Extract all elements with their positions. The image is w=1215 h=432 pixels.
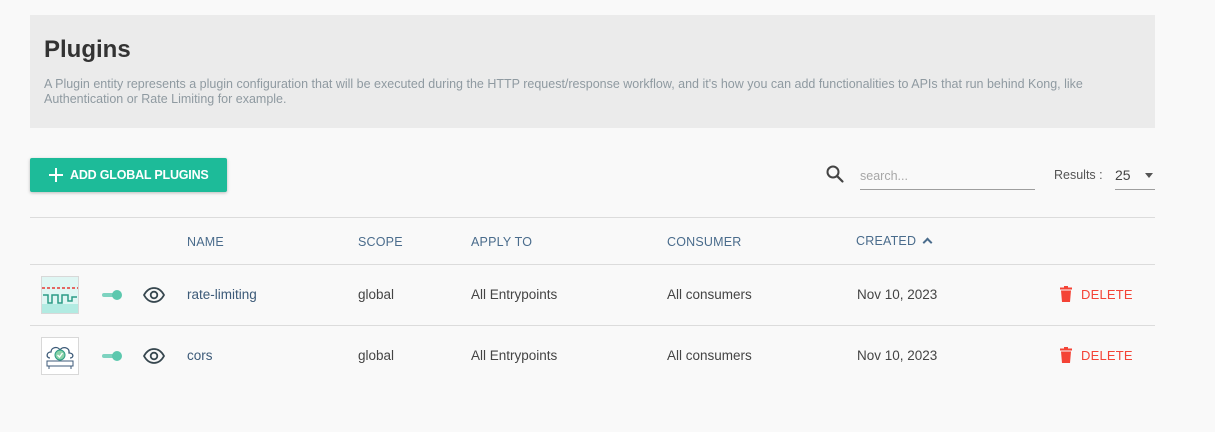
trash-icon xyxy=(1060,286,1072,302)
divider xyxy=(30,217,1155,218)
page-title: Plugins xyxy=(44,36,131,63)
plugin-name-link[interactable]: cors xyxy=(187,348,213,363)
plugin-name-link[interactable]: rate-limiting xyxy=(187,287,257,302)
sort-ascending-icon xyxy=(922,237,933,248)
results-per-page-value: 25 xyxy=(1115,167,1131,183)
results-per-page-select[interactable]: 25 xyxy=(1115,162,1155,190)
plugin-created: Nov 10, 2023 xyxy=(857,348,938,363)
plugin-scope: global xyxy=(358,348,395,363)
rate-limiting-icon xyxy=(41,276,79,314)
eye-icon[interactable] xyxy=(143,348,165,364)
search-icon[interactable] xyxy=(825,164,845,184)
plugin-apply-to: All Entrypoints xyxy=(471,287,558,302)
plugin-created: Nov 10, 2023 xyxy=(857,287,938,302)
results-label: Results : xyxy=(1054,168,1103,182)
cors-icon xyxy=(41,337,79,375)
trash-icon xyxy=(1060,347,1072,363)
page-description: A Plugin entity represents a plugin conf… xyxy=(44,77,1083,106)
column-header-created-label: CREATED xyxy=(856,234,917,248)
eye-icon[interactable] xyxy=(143,287,165,303)
column-header-created[interactable]: CREATED xyxy=(856,234,933,248)
table-row: cors global All Entrypoints All consumer… xyxy=(30,326,1155,386)
plugin-consumer: All consumers xyxy=(667,287,752,302)
add-global-plugins-label: ADD GLOBAL PLUGINS xyxy=(70,168,209,182)
caret-down-icon xyxy=(1145,173,1153,178)
column-header-apply-to[interactable]: APPLY TO xyxy=(471,235,532,249)
delete-label: DELETE xyxy=(1081,347,1133,363)
plugin-scope: global xyxy=(358,287,395,302)
delete-button[interactable]: DELETE xyxy=(1060,286,1133,302)
column-header-name[interactable]: NAME xyxy=(187,235,224,249)
search-input[interactable] xyxy=(860,162,1035,190)
plugin-consumer: All consumers xyxy=(667,348,752,363)
delete-label: DELETE xyxy=(1081,286,1133,302)
enabled-toggle[interactable] xyxy=(102,290,122,300)
plus-icon xyxy=(49,168,63,182)
enabled-toggle[interactable] xyxy=(102,351,122,361)
delete-button[interactable]: DELETE xyxy=(1060,347,1133,363)
column-header-scope[interactable]: SCOPE xyxy=(358,235,403,249)
page-header: Plugins A Plugin entity represents a plu… xyxy=(30,15,1155,128)
add-global-plugins-button[interactable]: ADD GLOBAL PLUGINS xyxy=(30,158,227,192)
plugin-apply-to: All Entrypoints xyxy=(471,348,558,363)
table-row: rate-limiting global All Entrypoints All… xyxy=(30,265,1155,325)
column-header-consumer[interactable]: CONSUMER xyxy=(667,235,742,249)
